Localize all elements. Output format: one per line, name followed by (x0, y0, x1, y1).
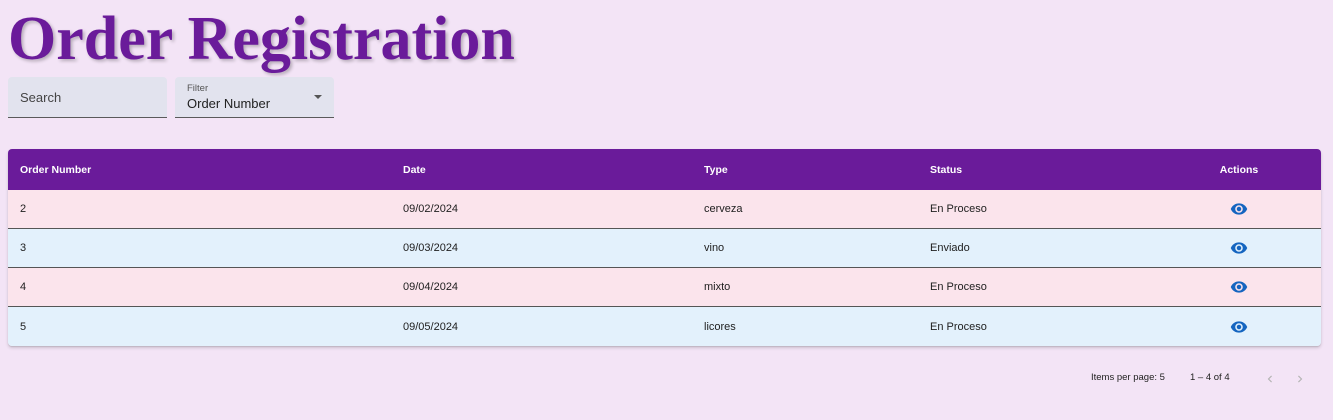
cell-actions (1220, 229, 1258, 267)
items-per-page-label: Items per page: (1091, 372, 1158, 383)
cell-date: 09/02/2024 (403, 203, 459, 215)
cell-date: 09/03/2024 (403, 242, 459, 254)
cell-actions (1220, 268, 1258, 306)
table-row: 5 09/05/2024 licores En Proceso (8, 307, 1321, 346)
eye-icon (1230, 320, 1248, 333)
cell-order-number: 5 (20, 320, 27, 333)
previous-page-button[interactable] (1261, 370, 1279, 388)
cell-order-number: 2 (20, 203, 27, 215)
search-placeholder: Search (20, 90, 62, 105)
cell-status: En Proceso (930, 281, 987, 293)
cell-actions (1220, 307, 1258, 346)
page-range-label: 1 – 4 of 4 (1190, 372, 1230, 383)
cell-actions (1220, 190, 1258, 228)
filter-label: Filter (187, 83, 209, 94)
column-header-type[interactable]: Type (704, 149, 728, 190)
column-header-order-number[interactable]: Order Number (20, 149, 91, 190)
cell-type: cerveza (704, 203, 743, 215)
filter-select[interactable]: Filter Order Number (175, 77, 334, 118)
column-header-actions: Actions (1219, 163, 1259, 176)
column-header-date[interactable]: Date (403, 149, 426, 190)
column-header-status[interactable]: Status (930, 149, 962, 190)
cell-order-number: 4 (20, 281, 27, 293)
cell-status: En Proceso (930, 203, 987, 215)
view-order-button[interactable] (1227, 315, 1251, 339)
cell-date: 09/04/2024 (403, 281, 459, 293)
cell-type: vino (704, 242, 725, 254)
dropdown-arrow-icon (314, 95, 322, 99)
cell-order-number: 3 (20, 242, 27, 254)
view-order-button[interactable] (1227, 275, 1251, 299)
cell-type: mixto (704, 281, 731, 293)
table-row: 2 09/02/2024 cerveza En Proceso (8, 190, 1321, 229)
cell-status: En Proceso (930, 320, 987, 333)
eye-icon (1230, 203, 1248, 215)
eye-icon (1230, 281, 1248, 293)
items-per-page-select[interactable]: 5 (1160, 372, 1165, 383)
table-row: 4 09/04/2024 mixto En Proceso (8, 268, 1321, 307)
next-page-button[interactable] (1291, 370, 1309, 388)
items-per-page: Items per page: 5 (1091, 372, 1165, 383)
chevron-right-icon (1298, 375, 1303, 383)
view-order-button[interactable] (1227, 236, 1251, 260)
filter-selected-value: Order Number (187, 96, 271, 111)
chevron-left-icon (1267, 375, 1272, 383)
table-row: 3 09/03/2024 vino Enviado (8, 229, 1321, 268)
cell-type: licores (704, 320, 736, 333)
orders-table: Order Number Date Type Status Actions 2 … (8, 149, 1321, 346)
search-input[interactable]: Search (8, 77, 167, 118)
table-header-row: Order Number Date Type Status Actions (8, 149, 1321, 190)
cell-status: Enviado (930, 242, 970, 254)
cell-date: 09/05/2024 (403, 320, 459, 333)
eye-icon (1230, 242, 1248, 254)
page-title: Order Registration (8, 5, 515, 73)
view-order-button[interactable] (1227, 197, 1251, 221)
